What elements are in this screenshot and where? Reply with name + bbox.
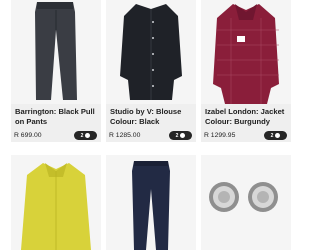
product-price: R 699.00 [14, 132, 42, 139]
pants-image [11, 0, 101, 104]
jacket-image [201, 0, 291, 104]
product-card[interactable]: Studio by V: Blouse Colour: Black R 1285… [106, 0, 196, 152]
badge-count: 2 [175, 132, 179, 139]
product-image[interactable] [106, 155, 196, 250]
wishlist-badge[interactable]: 2 [169, 131, 192, 140]
product-card[interactable] [106, 155, 196, 250]
blouse-image [106, 0, 196, 104]
product-card[interactable]: Izabel London: Jacket Colour: Burgundy R… [201, 0, 291, 152]
product-image[interactable] [11, 155, 101, 250]
jeans-image [106, 155, 196, 250]
product-image[interactable] [106, 0, 196, 104]
circle-icon [180, 133, 186, 138]
circle-icon [275, 133, 281, 138]
wishlist-badge[interactable]: 2 [74, 131, 97, 140]
product-image[interactable] [201, 0, 291, 104]
product-price: R 1285.00 [109, 132, 141, 139]
wishlist-badge[interactable]: 2 [264, 131, 287, 140]
badge-count: 2 [270, 132, 274, 139]
earrings-image [201, 155, 291, 250]
product-card[interactable] [201, 155, 291, 250]
badge-count: 2 [80, 132, 84, 139]
product-card[interactable]: Barrington: Black Pull on Pants R 699.00… [11, 0, 101, 152]
circle-icon [85, 133, 91, 138]
product-card[interactable] [11, 155, 101, 250]
product-image[interactable] [201, 155, 291, 250]
product-name[interactable]: Izabel London: Jacket Colour: Burgundy [205, 107, 287, 127]
product-price: R 1299.95 [204, 132, 236, 139]
product-name[interactable]: Studio by V: Blouse Colour: Black [110, 107, 192, 127]
product-name[interactable]: Barrington: Black Pull on Pants [15, 107, 97, 127]
product-image[interactable] [11, 0, 101, 104]
yellow-blouse-image [11, 155, 101, 250]
